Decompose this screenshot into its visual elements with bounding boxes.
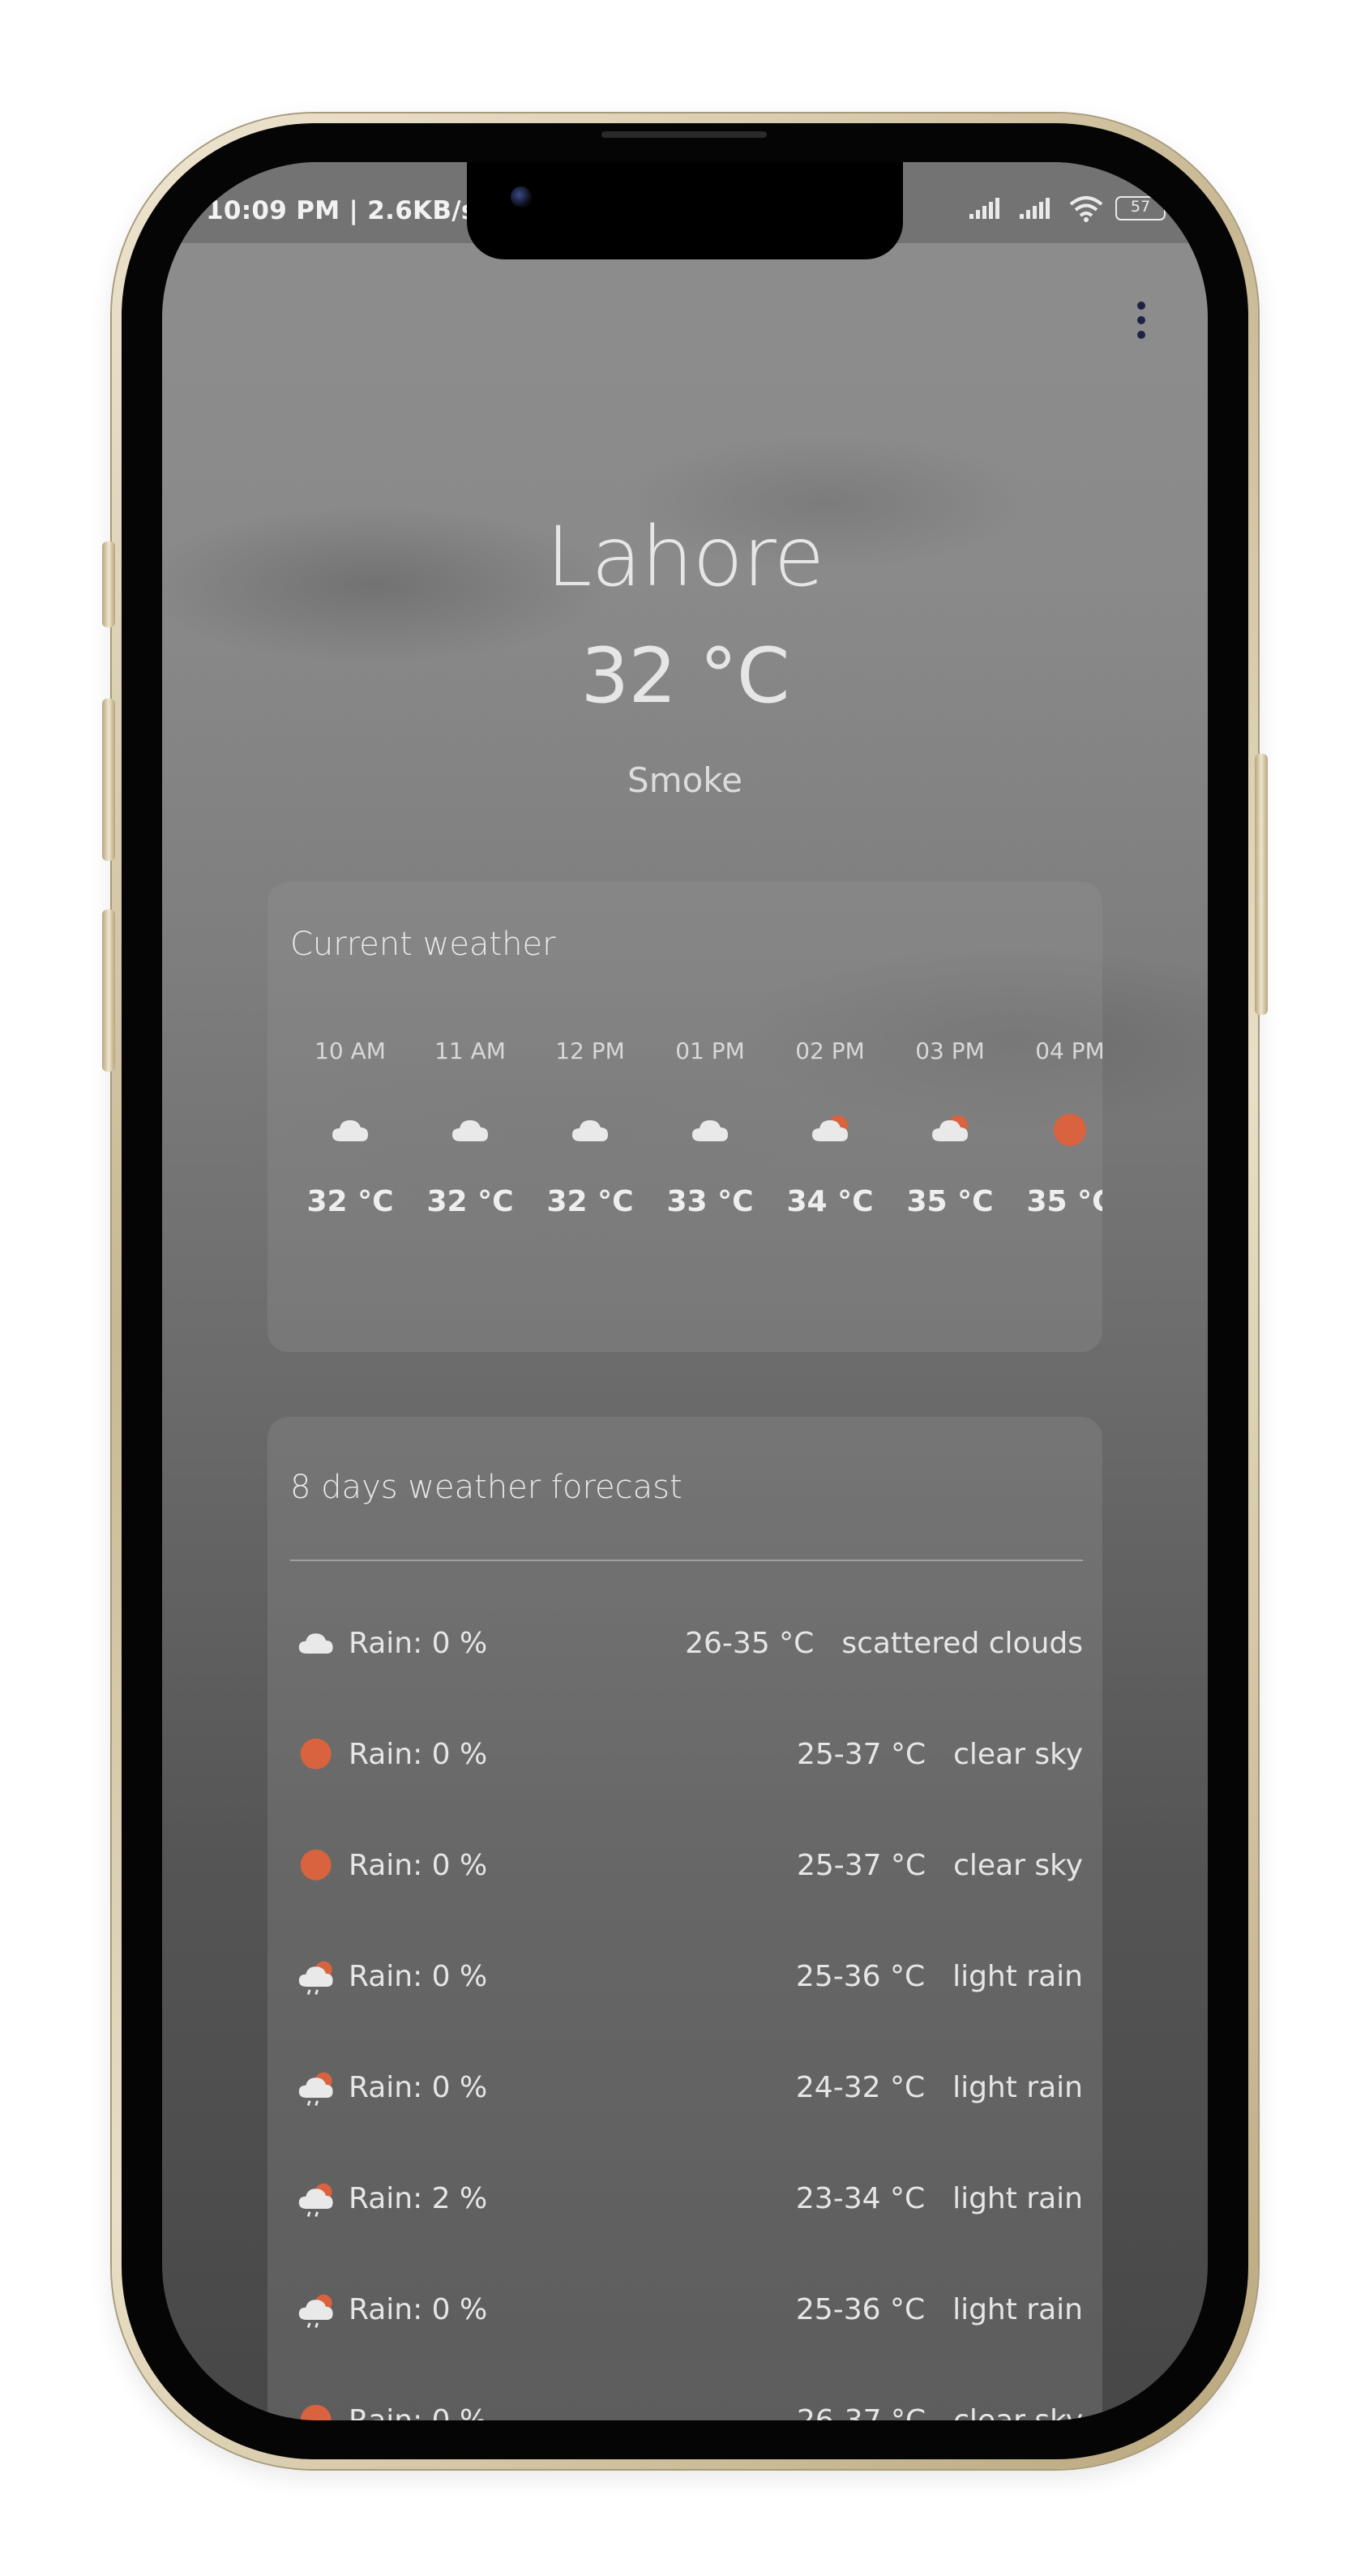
forecast-condition: light rain xyxy=(952,2292,1083,2326)
earpiece-speaker xyxy=(601,131,767,138)
forecast-temp-range: 25-36 °C xyxy=(795,1959,926,1993)
forecast-condition: light rain xyxy=(952,2181,1083,2215)
sun-icon xyxy=(300,1849,332,1881)
forecast-rain: Rain: 0 % xyxy=(349,1737,488,1771)
forecast-rain: Rain: 2 % xyxy=(349,2181,488,2215)
notch xyxy=(467,162,903,259)
forecast-row: Rain: 0 % 25-37 °C clear sky xyxy=(290,1718,1083,1791)
sun-icon xyxy=(1054,1114,1086,1146)
kebab-menu-icon xyxy=(1137,302,1145,310)
forecast-condition: clear sky xyxy=(953,2403,1083,2421)
hourly-time: 12 PM xyxy=(555,1038,625,1064)
hourly-item: 04 PM 35 °C xyxy=(1010,1038,1102,1218)
sun-icon xyxy=(301,2405,332,2420)
sun-icon xyxy=(300,1738,332,1769)
rain-sun-icon xyxy=(299,2294,333,2329)
forecast-rain: Rain: 0 % xyxy=(349,2070,488,2104)
hourly-time: 10 AM xyxy=(315,1038,386,1064)
battery-icon: 57 xyxy=(1115,196,1169,220)
forecast-row: Rain: 0 % 24-32 °C light rain xyxy=(290,2051,1083,2124)
hourly-item: 10 AM 32 °C xyxy=(290,1038,410,1218)
signal-icon xyxy=(969,198,999,219)
sun-cloud-icon xyxy=(932,1115,968,1141)
current-temperature: 32 °C xyxy=(580,632,789,721)
forecast-row: Rain: 0 % 26-37 °C clear sky xyxy=(290,2384,1083,2420)
hourly-time: 11 AM xyxy=(434,1038,506,1064)
rain-sun-icon xyxy=(299,1961,333,1996)
hourly-temp: 33 °C xyxy=(666,1185,754,1218)
hourly-time: 03 PM xyxy=(915,1038,985,1064)
power-button xyxy=(1255,754,1268,1015)
forecast-condition: scattered clouds xyxy=(841,1626,1083,1660)
sun-cloud-icon xyxy=(812,1115,848,1141)
forecast-rain: Rain: 0 % xyxy=(349,2292,488,2326)
volume-up-button xyxy=(102,699,115,861)
city-name: Lahore xyxy=(546,509,825,605)
cloud-icon xyxy=(332,1120,368,1141)
hourly-weather-card[interactable]: Current weather 10 AM 32 °C 11 AM 32 °C 12 P… xyxy=(267,882,1102,1352)
more-options-button[interactable] xyxy=(1125,292,1157,349)
forecast-condition: light rain xyxy=(952,1959,1083,1993)
forecast-condition: light rain xyxy=(952,2070,1083,2104)
rain-sun-icon xyxy=(299,2183,333,2218)
forecast-temp-range: 25-37 °C xyxy=(796,1737,926,1771)
hourly-item: 03 PM 35 °C xyxy=(890,1038,1010,1218)
hourly-temp: 35 °C xyxy=(906,1185,994,1218)
forecast-rain: Rain: 0 % xyxy=(349,1848,488,1882)
forecast-row: Rain: 0 % 25-36 °C light rain xyxy=(290,1940,1083,2013)
rain-sun-icon xyxy=(299,2072,333,2107)
hourly-item: 11 AM 32 °C xyxy=(410,1038,530,1218)
forecast-temp-range: 26-37 °C xyxy=(796,2403,926,2421)
mute-switch xyxy=(102,541,115,627)
daily-forecast-card[interactable]: 8 days weather forecast Rain: 0 % 26-35 °… xyxy=(267,1417,1102,2420)
hourly-list[interactable]: 10 AM 32 °C 11 AM 32 °C 12 PM 32 °C 01 PM 33 °C… xyxy=(290,1038,1102,1218)
forecast-temp-range: 26-35 °C xyxy=(685,1626,815,1660)
forecast-rain: Rain: 0 % xyxy=(349,1626,488,1660)
wifi-icon xyxy=(1069,196,1103,222)
forecast-temp-range: 23-34 °C xyxy=(795,2181,926,2215)
hourly-item: 12 PM 32 °C xyxy=(530,1038,650,1218)
forecast-rain: Rain: 0 % xyxy=(349,2403,488,2421)
forecast-row: Rain: 0 % 25-37 °C clear sky xyxy=(290,1829,1083,1902)
cloud-icon xyxy=(452,1120,488,1141)
hourly-time: 02 PM xyxy=(795,1038,865,1064)
cloud-icon xyxy=(299,1633,333,1654)
hourly-card-title: Current weather xyxy=(290,926,556,963)
hourly-item: 01 PM 33 °C xyxy=(650,1038,770,1218)
forecast-condition: clear sky xyxy=(953,1737,1083,1771)
cloud-icon xyxy=(572,1120,608,1141)
hourly-temp: 32 °C xyxy=(306,1185,394,1218)
volume-down-button xyxy=(102,909,115,1072)
signal-icon xyxy=(1020,198,1050,219)
divider xyxy=(290,1560,1083,1561)
cloud-icon xyxy=(692,1120,728,1141)
forecast-condition: clear sky xyxy=(953,1848,1083,1882)
front-camera xyxy=(511,186,532,208)
status-icons: 57 xyxy=(968,195,1169,222)
forecast-row: Rain: 2 % 23-34 °C light rain xyxy=(290,2162,1083,2235)
battery-level: 57 xyxy=(1130,198,1151,216)
hourly-temp: 32 °C xyxy=(546,1185,634,1218)
forecast-rain: Rain: 0 % xyxy=(349,1959,488,1993)
hourly-temp: 35 °C xyxy=(1026,1185,1102,1218)
forecast-row: Rain: 0 % 26-35 °C scattered clouds xyxy=(290,1607,1083,1680)
daily-card-title: 8 days weather forecast xyxy=(290,1469,682,1506)
status-time: 10:09 PM | 2.6KB/s xyxy=(206,196,477,225)
forecast-row: Rain: 0 % 25-36 °C light rain xyxy=(290,2273,1083,2346)
app-screen: 10:09 PM | 2.6KB/s 57 Lahore 32 °C Smoke… xyxy=(162,162,1208,2420)
forecast-temp-range: 25-37 °C xyxy=(796,1848,926,1882)
hourly-time: 01 PM xyxy=(675,1038,745,1064)
hourly-temp: 32 °C xyxy=(426,1185,514,1218)
weather-description: Smoke xyxy=(627,760,742,800)
hourly-temp: 34 °C xyxy=(786,1185,874,1218)
hourly-time: 04 PM xyxy=(1035,1038,1102,1064)
hourly-item: 02 PM 34 °C xyxy=(770,1038,890,1218)
forecast-temp-range: 24-32 °C xyxy=(795,2070,926,2104)
forecast-temp-range: 25-36 °C xyxy=(795,2292,926,2326)
